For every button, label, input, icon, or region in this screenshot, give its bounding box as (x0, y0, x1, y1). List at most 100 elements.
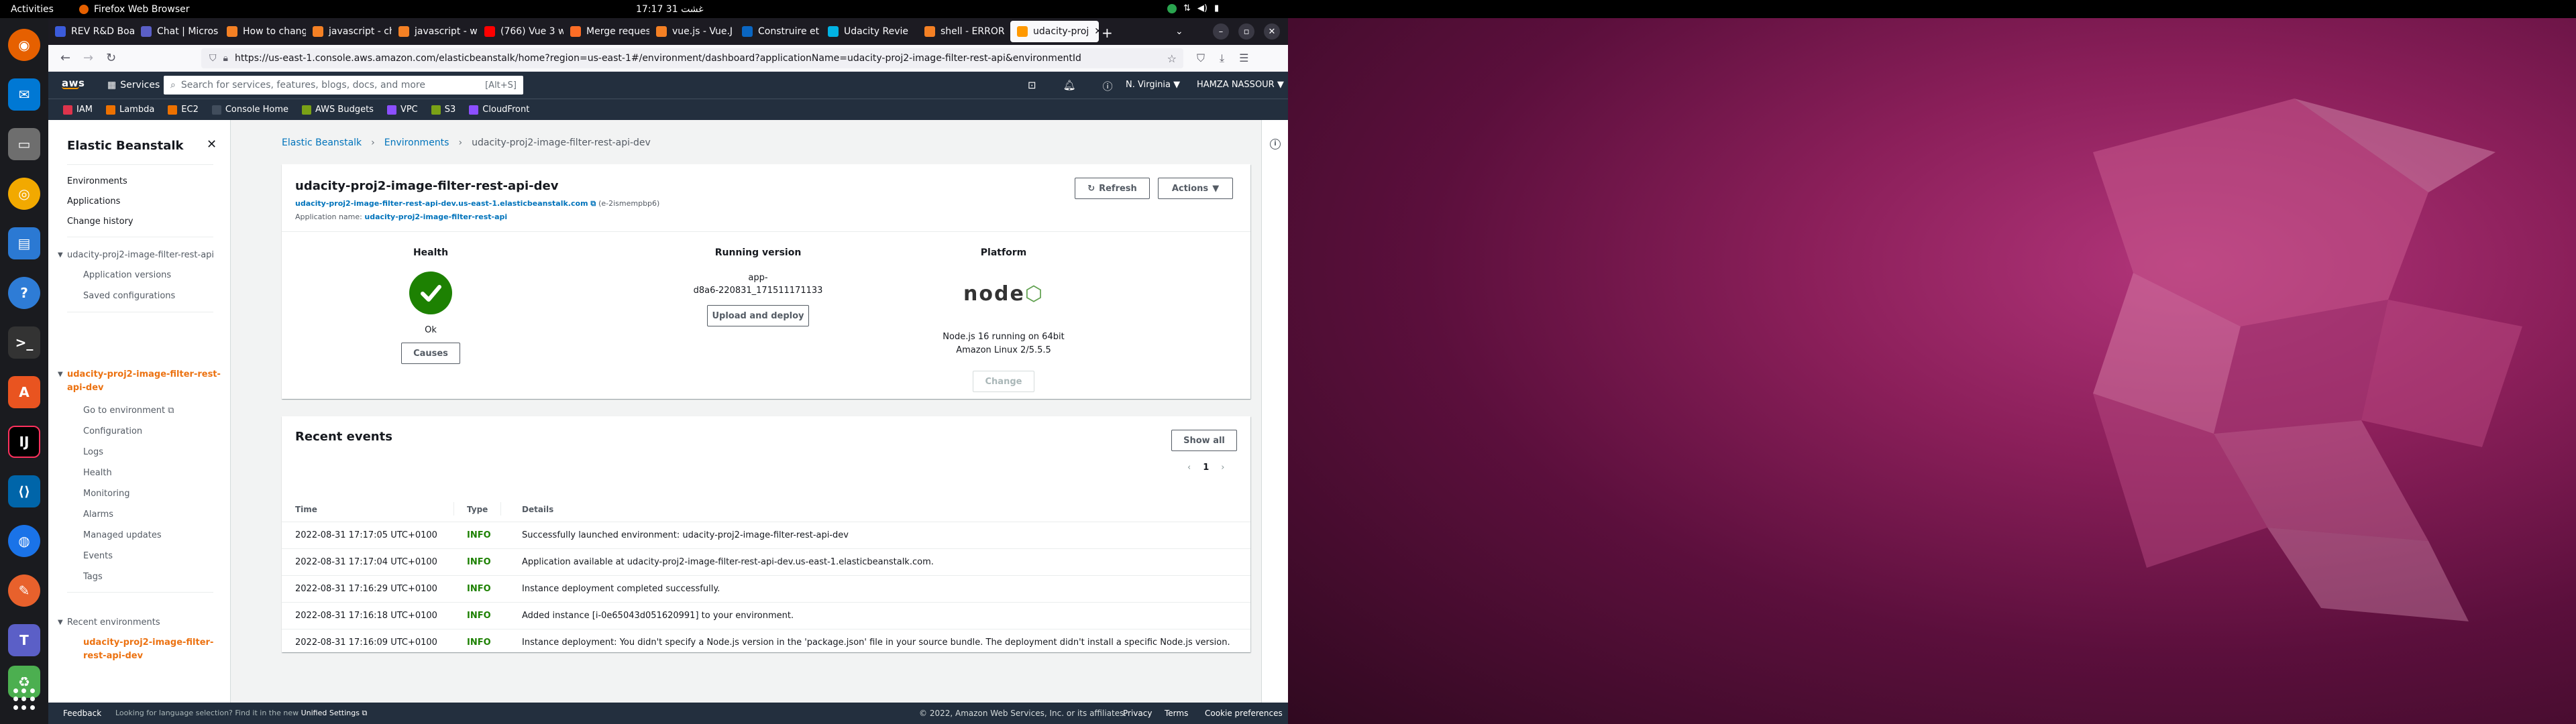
tab-6[interactable]: Merge reques (564, 21, 649, 42)
postman-icon[interactable]: ✎ (8, 575, 40, 607)
outlook-icon[interactable]: ✉ (8, 78, 40, 111)
tab-2[interactable]: How to chang (220, 21, 306, 42)
tab-8[interactable]: Construire et (735, 21, 821, 42)
feedback-link[interactable]: Feedback (63, 709, 101, 718)
new-tab-icon[interactable]: + (1102, 25, 1113, 41)
terminal-icon[interactable]: >_ (8, 326, 40, 359)
tab-0[interactable]: REV R&D Boa (48, 21, 134, 42)
unified-settings-link[interactable]: Unified Settings (301, 709, 360, 717)
system-tray[interactable]: ⇅ ◀) ▮ (1167, 3, 1219, 13)
software-icon[interactable]: A (8, 376, 40, 408)
current-page[interactable]: 1 (1203, 463, 1209, 473)
bell-icon[interactable]: 🔔︎ (1063, 79, 1076, 93)
list-all-tabs-icon[interactable]: ⌄ (1175, 26, 1183, 37)
minimize-icon[interactable]: – (1213, 23, 1229, 40)
tab-3[interactable]: javascript - ch (306, 21, 392, 42)
app-menu[interactable]: Firefox Web Browser (79, 4, 190, 15)
tab-11-active[interactable]: udacity-proj ✕ (1010, 21, 1099, 42)
change-platform-button[interactable]: Change (973, 371, 1034, 392)
application-name-link[interactable]: udacity-proj2-image-filter-rest-api (364, 213, 507, 221)
aws-logo[interactable]: aws (62, 77, 85, 89)
tab-9[interactable]: Udacity Revie (821, 21, 918, 42)
sidebar-item-change-history[interactable]: Change history (67, 217, 133, 227)
next-page-icon[interactable]: › (1221, 463, 1224, 473)
favorite-cloudfront[interactable]: CloudFront (469, 105, 529, 115)
recent-environments-label[interactable]: Recent environments (67, 617, 160, 627)
region-selector[interactable]: N. Virginia ▼ (1126, 80, 1180, 90)
sidebar-item-alarms[interactable]: Alarms (83, 509, 113, 520)
actions-button[interactable]: Actions ▼ (1158, 178, 1233, 199)
firefox-icon[interactable]: ◉ (8, 29, 40, 61)
tab-5[interactable]: (766) Vue 3 w (478, 21, 564, 42)
cloudshell-icon[interactable]: ⊡ (1028, 79, 1036, 93)
account-menu[interactable]: HAMZA NASSOUR ▼ (1197, 80, 1284, 90)
tab-10[interactable]: shell - ERROR (918, 21, 1009, 42)
sidebar-item-events[interactable]: Events (83, 551, 113, 561)
sidebar-item-application-versions[interactable]: Application versions (83, 270, 171, 280)
favorite-budgets[interactable]: AWS Budgets (302, 105, 374, 115)
environment-url[interactable]: udacity-proj2-image-filter-rest-api-dev.… (295, 199, 659, 208)
terms-link[interactable]: Terms (1165, 709, 1188, 718)
help-icon[interactable]: ? (8, 277, 40, 309)
lock-icon[interactable]: 🔒︎ (223, 53, 228, 64)
column-time[interactable]: Time (295, 505, 317, 514)
search-input[interactable]: ⌕ Search for services, features, blogs, … (164, 76, 523, 95)
tab-7[interactable]: vue.js - Vue.J (649, 21, 735, 42)
clock[interactable]: 17:17 31 غشت (636, 4, 704, 15)
sidebar-item-logs[interactable]: Logs (83, 447, 103, 457)
column-type[interactable]: Type (467, 505, 488, 514)
help-icon[interactable]: ⓘ (1103, 79, 1113, 93)
show-all-button[interactable]: Show all (1171, 430, 1237, 451)
vscode-icon[interactable]: ⟨⟩ (8, 475, 40, 507)
forward-icon[interactable]: → (83, 51, 93, 65)
previous-page-icon[interactable]: ‹ (1187, 463, 1191, 473)
caret-down-icon[interactable]: ▼ (58, 251, 63, 259)
sidebar-item-tags[interactable]: Tags (83, 572, 103, 582)
writer-icon[interactable]: ▤ (8, 227, 40, 259)
cookie-preferences-link[interactable]: Cookie preferences (1205, 709, 1283, 718)
rhythmbox-icon[interactable]: ◎ (8, 178, 40, 210)
refresh-button[interactable]: ↻ Refresh (1075, 178, 1150, 199)
maximize-icon[interactable]: ▫ (1238, 23, 1254, 40)
sidebar-item-configuration[interactable]: Configuration (83, 426, 142, 436)
sidebar-item-go-to-environment[interactable]: Go to environment ⧉ (83, 406, 174, 416)
favorite-iam[interactable]: IAM (63, 105, 93, 115)
sidebar-item-health[interactable]: Health (83, 468, 112, 478)
url-bar[interactable]: ⛉ 🔒︎ https://us-east-1.console.aws.amazo… (201, 48, 1183, 68)
back-icon[interactable]: ← (60, 51, 70, 65)
breadcrumb-environments[interactable]: Environments (384, 137, 449, 148)
show-apps-icon[interactable] (13, 688, 35, 710)
sidebar-item-monitoring[interactable]: Monitoring (83, 489, 130, 499)
close-icon[interactable]: ✕ (1264, 23, 1280, 40)
info-icon[interactable]: i (1270, 139, 1281, 149)
tracking-shield-icon[interactable]: ⛉ (209, 53, 217, 64)
close-tab-icon[interactable]: ✕ (1094, 26, 1099, 37)
sidebar-item-applications[interactable]: Applications (67, 196, 120, 206)
favorite-ec2[interactable]: EC2 (168, 105, 199, 115)
sidebar-title[interactable]: Elastic Beanstalk (67, 139, 184, 153)
recent-env-line1[interactable]: udacity-proj2-image-filter- (83, 638, 213, 648)
files-icon[interactable]: ▭ (8, 128, 40, 160)
caret-down-icon[interactable]: ▼ (58, 619, 63, 626)
pocket-icon[interactable]: ⛉ (1197, 52, 1205, 65)
activities-button[interactable]: Activities (11, 4, 54, 15)
chrome-icon[interactable]: ◍ (8, 525, 40, 557)
sidebar-env-name-line2[interactable]: api-dev (67, 383, 104, 393)
breadcrumb-elastic-beanstalk[interactable]: Elastic Beanstalk (282, 137, 362, 148)
privacy-link[interactable]: Privacy (1123, 709, 1152, 718)
sidebar-item-managed-updates[interactable]: Managed updates (83, 530, 162, 540)
sidebar-env-name-line1[interactable]: udacity-proj2-image-filter-rest- (67, 369, 221, 379)
tab-1[interactable]: Chat | Micros (134, 21, 220, 42)
downloads-icon[interactable]: ⤓ (1220, 52, 1224, 65)
causes-button[interactable]: Causes (401, 343, 460, 364)
sidebar-app-name[interactable]: udacity-proj2-image-filter-rest-api (67, 250, 214, 260)
teams-icon[interactable]: T (8, 624, 40, 656)
services-menu[interactable]: ▦ Services (107, 80, 160, 90)
favorite-lambda[interactable]: Lambda (105, 105, 154, 115)
column-details[interactable]: Details (522, 505, 553, 514)
favorite-console-home[interactable]: Console Home (211, 105, 288, 115)
menu-icon[interactable]: ☰ (1239, 52, 1248, 65)
environment-url-text[interactable]: udacity-proj2-image-filter-rest-api-dev.… (295, 199, 588, 208)
reload-icon[interactable]: ↻ (106, 51, 116, 65)
close-icon[interactable]: ✕ (207, 137, 217, 152)
